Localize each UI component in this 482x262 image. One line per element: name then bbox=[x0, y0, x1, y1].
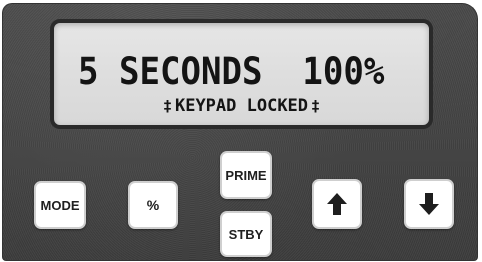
mode-button-label: MODE bbox=[40, 197, 80, 213]
lcd-line-1: 5 SECONDS 100% bbox=[78, 47, 384, 95]
decrease-button[interactable] bbox=[404, 179, 454, 229]
percent-button[interactable]: % bbox=[128, 181, 178, 229]
lcd-line-2: ‡ KEYPAD LOCKED ‡ bbox=[54, 95, 429, 117]
lock-glyph-left: ‡ bbox=[162, 97, 172, 115]
prime-button[interactable]: PRIME bbox=[220, 151, 272, 199]
lcd-display: 5 SECONDS 100% ‡ KEYPAD LOCKED ‡ bbox=[50, 19, 433, 129]
standby-button[interactable]: STBY bbox=[220, 211, 272, 257]
increase-button[interactable] bbox=[312, 179, 362, 229]
standby-button-label: STBY bbox=[228, 226, 264, 242]
duration-readout: 5 SECONDS bbox=[78, 49, 263, 93]
percent-button-label: % bbox=[146, 197, 160, 213]
keypad-status: KEYPAD LOCKED bbox=[174, 96, 309, 116]
lock-glyph-right: ‡ bbox=[311, 97, 321, 115]
arrow-up-icon bbox=[327, 193, 347, 215]
mode-button[interactable]: MODE bbox=[34, 181, 86, 229]
prime-button-label: PRIME bbox=[225, 167, 267, 183]
control-panel: 5 SECONDS 100% ‡ KEYPAD LOCKED ‡ MODE % … bbox=[2, 3, 478, 261]
percent-readout: 100% bbox=[302, 49, 385, 93]
arrow-down-icon bbox=[419, 193, 439, 215]
